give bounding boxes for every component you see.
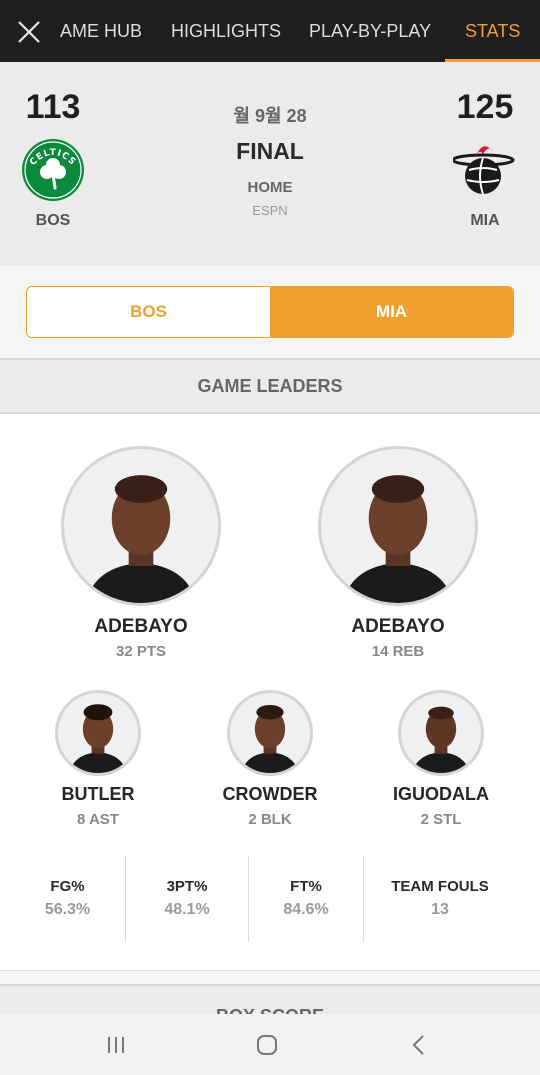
game-leaders: ADEBAYO 32 PTS ADEBAYO 14 REB BUTLER 8 A… [0, 414, 540, 970]
leader-blk-name: CROWDER [222, 784, 318, 804]
game-status: FINAL [236, 138, 304, 164]
leader-reb-stat: 14 REB [371, 643, 425, 660]
scoreboard: 113 CELTICS BOS 월 9월 28 FINAL HOME ESPN … [0, 62, 540, 266]
leader-pts-name: ADEBAYO [94, 616, 188, 637]
game-date: 월 9월 28 [233, 106, 307, 126]
box-score-title: BOX SCORE [0, 1006, 540, 1014]
stat-3pt: 3PT% 48.1% [126, 856, 248, 942]
stat-label: 3PT% [166, 878, 208, 895]
tv-network: ESPN [252, 203, 288, 218]
toggle-bos[interactable]: BOS [27, 287, 270, 337]
game-venue: HOME [247, 179, 293, 196]
player-headshot [412, 706, 470, 773]
leader-blk-stat: 2 BLK [248, 811, 292, 828]
heat-logo [453, 146, 515, 195]
leader-stl-stat: 2 STL [420, 811, 462, 828]
close-icon[interactable] [14, 17, 44, 47]
stat-team-fouls: TEAM FOULS 13 [364, 856, 516, 942]
player-headshot [342, 475, 454, 603]
away-score: 113 [25, 88, 81, 126]
leader-pts-stat: 32 PTS [115, 643, 167, 660]
away-abbr: BOS [35, 212, 71, 229]
team-toggle-area: BOS MIA [0, 266, 540, 358]
team-toggle: BOS MIA [26, 286, 514, 338]
stat-value: 56.3% [44, 901, 91, 918]
player-photo [61, 446, 221, 606]
home-icon[interactable] [252, 1030, 282, 1060]
system-nav-bar [0, 1014, 540, 1075]
team-stats-row: FG% 56.3% 3PT% 48.1% FT% 84.6% TEAM FOUL… [0, 856, 540, 942]
home-score: 125 [456, 88, 514, 126]
recents-icon[interactable] [101, 1030, 131, 1060]
stat-value: 48.1% [164, 901, 210, 918]
stat-label: TEAM FOULS [391, 878, 489, 895]
tab-game-hub[interactable]: AME HUB [60, 0, 142, 62]
stat-label: FT% [290, 878, 322, 895]
stat-value: 84.6% [283, 901, 329, 918]
tab-stats[interactable]: STATS [444, 0, 540, 62]
game-leaders-header: GAME LEADERS [0, 358, 540, 414]
celtics-logo: CELTICS [22, 139, 84, 201]
leader-stl-name: IGUODALA [393, 784, 489, 804]
stat-ft: FT% 84.6% [249, 856, 363, 942]
player-photo [227, 690, 313, 776]
player-photo [398, 690, 484, 776]
stat-value: 13 [431, 901, 449, 918]
leader-reb-name: ADEBAYO [351, 616, 445, 637]
home-abbr: MIA [470, 212, 500, 229]
toggle-mia[interactable]: MIA [270, 287, 513, 337]
leader-ast-name: BUTLER [61, 784, 135, 804]
tab-highlights[interactable]: HIGHLIGHTS [171, 0, 281, 62]
top-app-bar: AME HUB HIGHLIGHTS PLAY-BY-PLAY STATS [0, 0, 540, 62]
player-headshot [69, 704, 127, 773]
player-headshot [241, 705, 299, 773]
player-photo [318, 446, 478, 606]
player-photo [55, 690, 141, 776]
section-gap [0, 970, 540, 984]
leader-ast-stat: 8 AST [77, 811, 119, 828]
tab-play-by-play[interactable]: PLAY-BY-PLAY [309, 0, 431, 62]
back-icon[interactable] [404, 1030, 434, 1060]
player-headshot [85, 475, 197, 603]
stat-label: FG% [50, 878, 85, 895]
box-score-header: BOX SCORE [0, 984, 540, 1014]
stat-fg: FG% 56.3% [10, 856, 125, 942]
